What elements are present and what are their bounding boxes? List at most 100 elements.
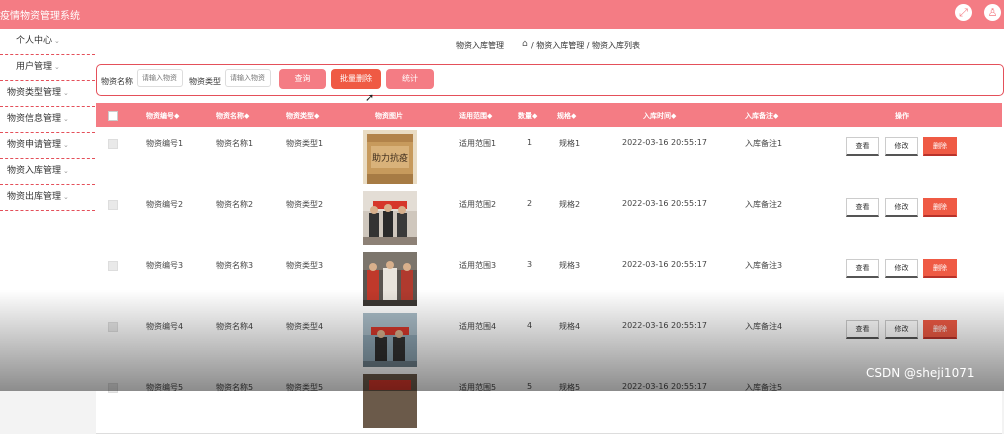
cell-qty: 1 <box>527 138 533 147</box>
sidebar-item-supply-outbound[interactable]: 物资出库管理 ⌄ <box>0 185 95 211</box>
sidebar-item-supply-info[interactable]: 物资信息管理 ⌄ <box>0 107 95 133</box>
search-button[interactable]: 查询 <box>279 69 326 89</box>
app-title: 疫情物资管理系统 <box>0 11 80 22</box>
main-content: 物资入库管理 ⌂ / 物资入库管理 / 物资入库列表 物资名称 物资类型 查询 … <box>95 29 1004 434</box>
row-checkbox[interactable] <box>108 200 118 210</box>
row-checkbox[interactable] <box>108 261 118 271</box>
cell-code: 物资编号4 <box>146 322 184 331</box>
sidebar-item-user-management[interactable]: 用户管理 ⌄ <box>0 55 95 81</box>
table-row: 物资编号3 物资名称3 物资类型3 适用范围3 3 规格3 2022-03-16… <box>96 250 1002 312</box>
cell-time: 2022-03-16 20:55:17 <box>622 260 707 269</box>
header-spec[interactable]: 规格◆ <box>557 111 576 121</box>
cell-note: 入库备注5 <box>745 383 783 392</box>
edit-button[interactable]: 修改 <box>885 320 918 339</box>
edit-button[interactable]: 修改 <box>885 198 918 217</box>
cell-time: 2022-03-16 20:55:17 <box>622 382 707 391</box>
view-button[interactable]: 查看 <box>846 320 879 339</box>
edit-button[interactable]: 修改 <box>885 137 918 156</box>
supply-image <box>363 313 417 367</box>
delete-button[interactable]: 删除 <box>923 198 957 217</box>
batch-delete-button[interactable]: 批量删除 <box>331 69 381 89</box>
delete-button[interactable]: 删除 <box>923 259 957 278</box>
cell-code: 物资编号5 <box>146 383 184 392</box>
sidebar-item-label: 物资申请管理 <box>7 140 62 150</box>
delete-button[interactable]: 删除 <box>923 320 957 339</box>
supply-type-label: 物资类型 <box>189 77 221 86</box>
sidebar-item-label: 物资类型管理 <box>7 88 62 98</box>
stats-button[interactable]: 统计 <box>386 69 434 89</box>
cell-note: 入库备注3 <box>745 261 783 270</box>
home-icon[interactable]: ⌂ <box>522 39 528 49</box>
page-title: 物资入库管理 <box>456 41 504 50</box>
select-all-checkbox[interactable] <box>108 111 118 121</box>
sidebar-item-supply-inbound[interactable]: 物资入库管理 ⌄ <box>0 159 95 185</box>
cell-type: 物资类型4 <box>286 322 324 331</box>
chevron-down-icon: ⌄ <box>63 141 69 149</box>
cell-name: 物资名称3 <box>216 261 254 270</box>
cell-type: 物资类型1 <box>286 139 324 148</box>
sidebar-item-label: 物资信息管理 <box>7 114 62 124</box>
sidebar-item-supply-type[interactable]: 物资类型管理 ⌄ <box>0 81 95 107</box>
header-name[interactable]: 物资名称◆ <box>216 111 249 121</box>
header-qty[interactable]: 数量◆ <box>518 111 537 121</box>
row-checkbox[interactable] <box>108 322 118 332</box>
chevron-down-icon: ⌄ <box>63 193 69 201</box>
cell-time: 2022-03-16 20:55:17 <box>622 138 707 147</box>
cell-qty: 4 <box>527 321 533 330</box>
sidebar-item-label: 个人中心 <box>16 36 53 46</box>
supply-name-label: 物资名称 <box>101 77 133 86</box>
cell-scope: 适用范围4 <box>459 322 497 331</box>
chevron-down-icon: ⌄ <box>63 115 69 123</box>
edit-button[interactable]: 修改 <box>885 259 918 278</box>
cell-scope: 适用范围2 <box>459 200 497 209</box>
chevron-down-icon: ⌄ <box>54 37 60 45</box>
cell-scope: 适用范围3 <box>459 261 497 270</box>
table-row: 物资编号4 物资名称4 物资类型4 适用范围4 4 规格4 2022-03-16… <box>96 311 1002 373</box>
supply-image <box>363 191 417 245</box>
sidebar-item-label: 物资出库管理 <box>7 192 62 202</box>
fullscreen-icon[interactable]: ⤢ <box>955 4 972 21</box>
sidebar-item-supply-request[interactable]: 物资申请管理 ⌄ <box>0 133 95 159</box>
header-scope[interactable]: 适用范围◆ <box>459 111 492 121</box>
table-row: 物资编号5 物资名称5 物资类型5 适用范围5 5 规格5 2022-03-16… <box>96 372 1002 434</box>
view-button[interactable]: 查看 <box>846 198 879 217</box>
header-code[interactable]: 物资编号◆ <box>146 111 179 121</box>
cell-name: 物资名称2 <box>216 200 254 209</box>
chevron-down-icon: ⌄ <box>63 167 69 175</box>
chevron-down-icon: ⌄ <box>63 89 69 97</box>
breadcrumb: 物资入库管理 ⌂ / 物资入库管理 / 物资入库列表 <box>95 39 1004 54</box>
header-time[interactable]: 入库时间◆ <box>643 111 676 121</box>
header-note[interactable]: 入库备注◆ <box>745 111 778 121</box>
supply-type-input[interactable] <box>225 69 271 87</box>
table-row: 物资编号1 物资名称1 物资类型1 助力抗疫 适用范围1 1 规格1 2022-… <box>96 128 1002 190</box>
svg-text:助力抗疫: 助力抗疫 <box>372 152 408 164</box>
supply-name-input[interactable] <box>137 69 183 87</box>
user-icon[interactable]: ♙ <box>984 4 1001 21</box>
table-header: 物资编号◆ 物资名称◆ 物资类型◆ 物资图片 适用范围◆ 数量◆ 规格◆ 入库时… <box>96 103 1002 127</box>
table-row: 物资编号2 物资名称2 物资类型2 适用范围2 2 规格2 2022-03-16… <box>96 189 1002 251</box>
cell-spec: 规格3 <box>559 261 581 270</box>
sidebar-item-label: 用户管理 <box>16 62 53 72</box>
cell-scope: 适用范围5 <box>459 383 497 392</box>
sidebar-item-label: 物资入库管理 <box>7 166 62 176</box>
cell-note: 入库备注2 <box>745 200 783 209</box>
cell-code: 物资编号3 <box>146 261 184 270</box>
cell-code: 物资编号2 <box>146 200 184 209</box>
search-form: 物资名称 物资类型 查询 批量删除 统计 <box>96 64 1004 96</box>
cell-spec: 规格1 <box>559 139 581 148</box>
view-button[interactable]: 查看 <box>846 259 879 278</box>
cell-type: 物资类型2 <box>286 200 324 209</box>
view-button[interactable]: 查看 <box>846 137 879 156</box>
cell-name: 物资名称5 <box>216 383 254 392</box>
cell-type: 物资类型5 <box>286 383 324 392</box>
row-checkbox[interactable] <box>108 139 118 149</box>
header-type[interactable]: 物资类型◆ <box>286 111 319 121</box>
cell-spec: 规格2 <box>559 200 581 209</box>
sidebar-item-personal-center[interactable]: 个人中心 ⌄ <box>0 29 95 55</box>
delete-button[interactable]: 删除 <box>923 137 957 156</box>
row-checkbox[interactable] <box>108 383 118 393</box>
breadcrumb-path[interactable]: / 物资入库管理 / 物资入库列表 <box>531 40 640 51</box>
cell-type: 物资类型3 <box>286 261 324 270</box>
supply-image <box>363 252 417 306</box>
supply-image <box>363 374 417 428</box>
